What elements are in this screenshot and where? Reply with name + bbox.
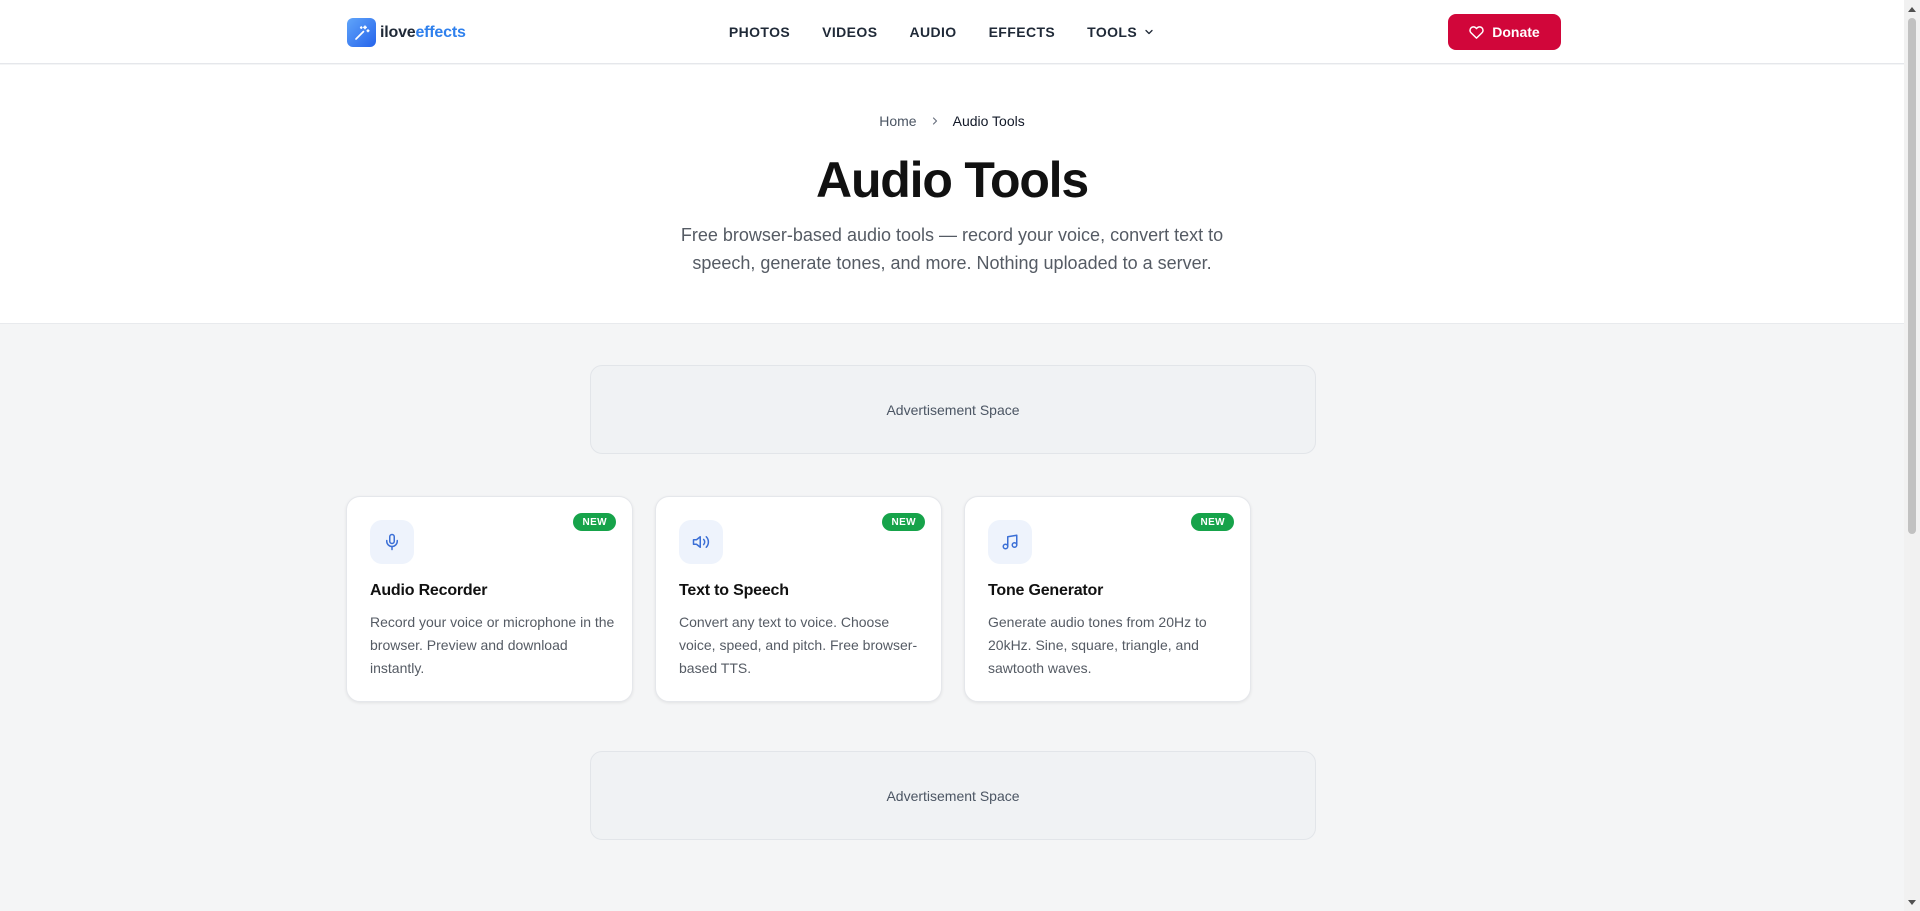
scroll-up-arrow-icon[interactable] — [1904, 0, 1920, 17]
tool-card-title: Audio Recorder — [370, 582, 488, 599]
donate-label: Donate — [1492, 24, 1540, 40]
nav-item-effects[interactable]: EFFECTS — [989, 24, 1056, 40]
speaker-icon — [679, 520, 723, 564]
new-badge: NEW — [573, 513, 616, 531]
advertisement-bottom[interactable]: Advertisement Space — [590, 751, 1316, 840]
nav-item-audio[interactable]: AUDIO — [909, 24, 956, 40]
page-subtitle: Free browser-based audio tools — record … — [680, 225, 1224, 273]
nav-item-tools[interactable]: TOOLS — [1087, 24, 1155, 40]
advertisement-top[interactable]: Advertisement Space — [590, 365, 1316, 454]
page-scrollbar[interactable] — [1904, 0, 1920, 911]
magic-wand-icon — [347, 18, 376, 47]
scroll-down-arrow-icon[interactable] — [1904, 894, 1920, 911]
page-title: Audio Tools — [816, 152, 1089, 208]
logo-text: iloveeffects — [380, 24, 466, 42]
breadcrumb: Home Audio Tools — [0, 113, 1904, 129]
chevron-down-icon — [1145, 29, 1153, 35]
new-badge: NEW — [1191, 513, 1234, 531]
tool-card-text-to-speech[interactable]: NEW Text to Speech Convert any text to v… — [655, 496, 942, 702]
nav-item-photos[interactable]: PHOTOS — [729, 24, 790, 40]
chevron-right-icon — [932, 117, 937, 125]
main-nav: PHOTOS VIDEOS AUDIO EFFECTS TOOLS — [0, 0, 1904, 64]
music-note-icon — [988, 520, 1032, 564]
site-logo[interactable]: iloveeffects — [347, 18, 466, 47]
tool-card-title: Text to Speech — [679, 582, 789, 599]
donate-button[interactable]: Donate — [1448, 14, 1561, 50]
tool-card-description: Convert any text to voice. Choose voice,… — [679, 614, 918, 676]
tool-card-description: Generate audio tones from 20Hz to 20kHz.… — [988, 614, 1207, 676]
nav-item-tools-label: TOOLS — [1087, 24, 1138, 40]
breadcrumb-current: Audio Tools — [952, 113, 1025, 129]
new-badge: NEW — [882, 513, 925, 531]
hero-section: Home Audio Tools Audio Tools Free browse… — [0, 65, 1904, 324]
microphone-icon — [370, 520, 414, 564]
heart-icon — [1469, 25, 1485, 39]
nav-item-videos[interactable]: VIDEOS — [822, 24, 877, 40]
logo-text-part2: effects — [415, 23, 466, 41]
site-header: iloveeffects PHOTOS VIDEOS AUDIO EFFECTS… — [0, 0, 1904, 64]
tool-card-audio-recorder[interactable]: NEW Audio Recorder Record your voice or … — [346, 496, 633, 702]
tool-card-description: Record your voice or microphone in the b… — [370, 614, 615, 676]
scrollbar-thumb[interactable] — [1908, 18, 1916, 534]
tool-card-tone-generator[interactable]: NEW Tone Generator Generate audio tones … — [964, 496, 1251, 702]
tool-card-title: Tone Generator — [988, 582, 1104, 599]
logo-text-part1: ilove — [380, 23, 416, 41]
breadcrumb-home-link[interactable]: Home — [879, 113, 916, 129]
